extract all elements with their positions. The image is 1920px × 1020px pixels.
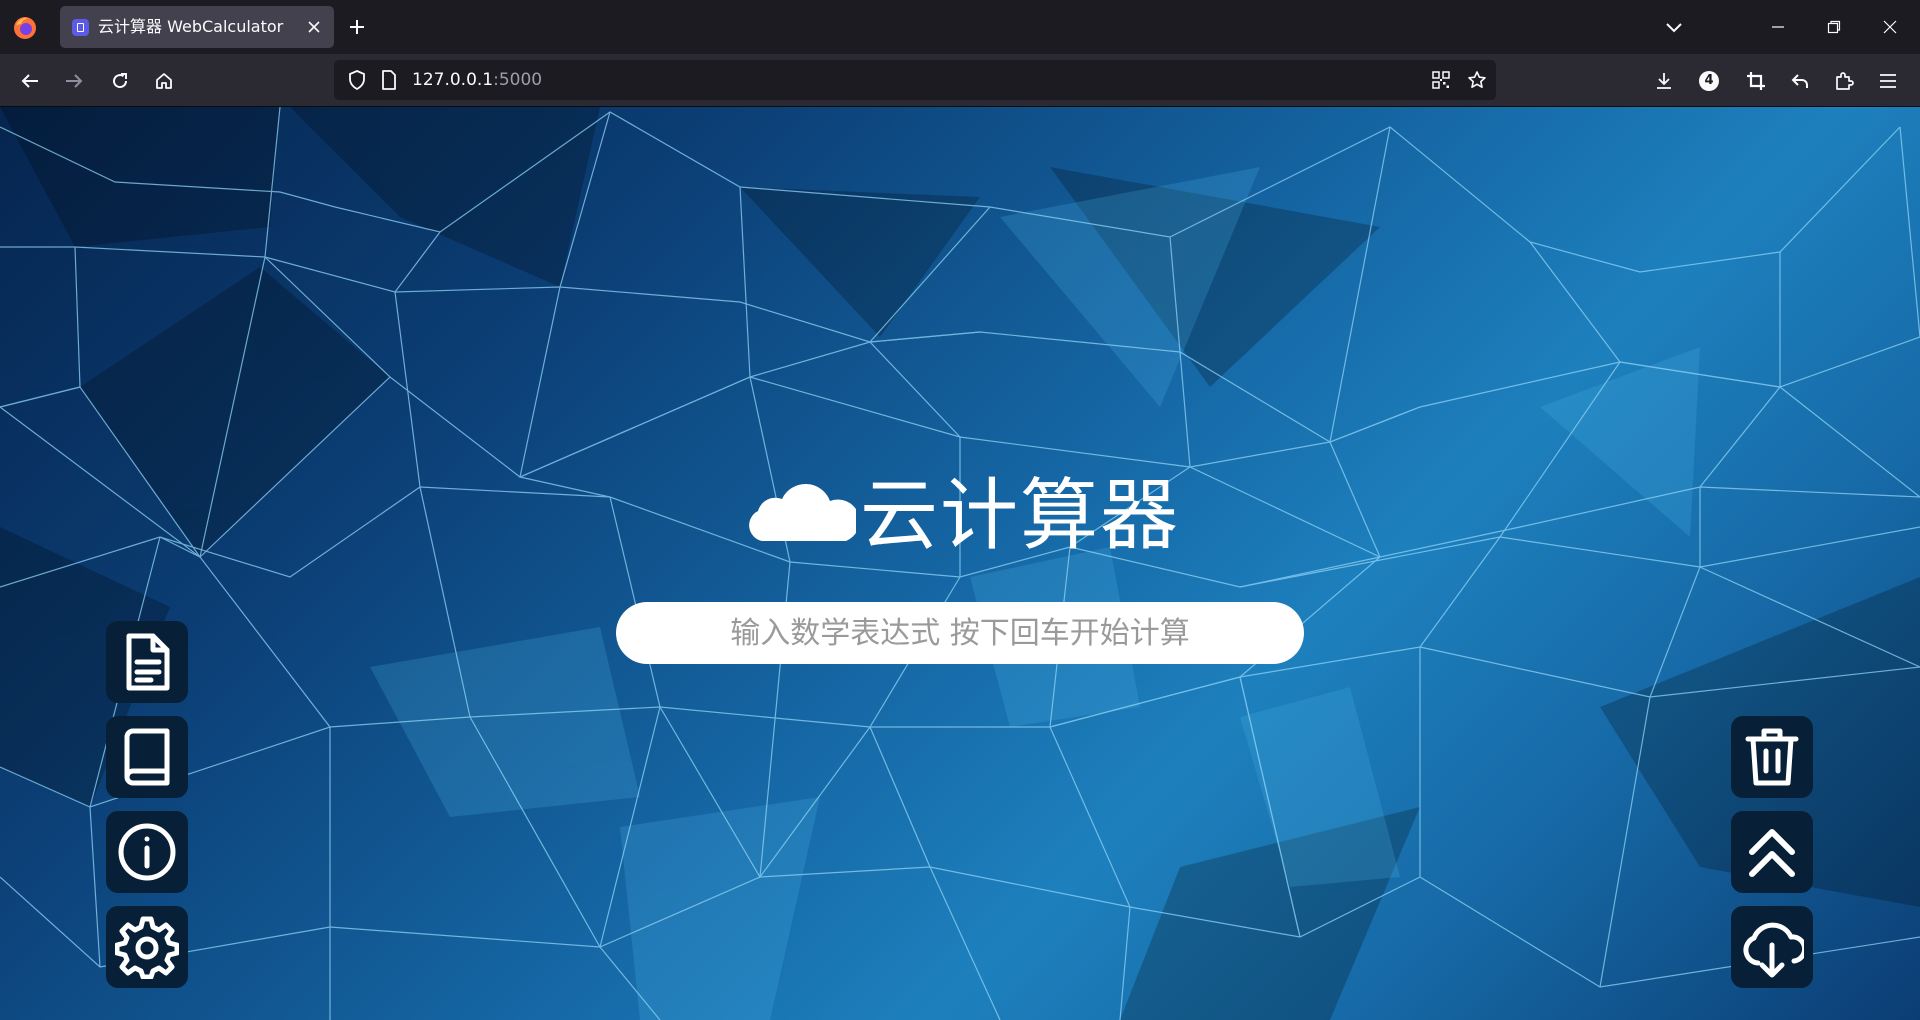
tab-webcalculator[interactable]: 云计算器 WebCalculator — [60, 6, 334, 48]
home-icon[interactable] — [150, 67, 178, 95]
document-button[interactable] — [106, 621, 188, 703]
firefox-logo-icon[interactable] — [12, 15, 38, 41]
page-viewport: 云计算器 — [0, 107, 1920, 1020]
book-button[interactable] — [106, 716, 188, 798]
url-port: :5000 — [493, 70, 543, 90]
extension-badge-count: 4 — [1704, 73, 1714, 88]
bookmark-star-icon[interactable] — [1464, 67, 1490, 93]
restore-icon[interactable] — [1821, 14, 1847, 40]
navigation-toolbar: 127.0.0.1:5000 4 — [0, 54, 1920, 107]
double-chevron-up-icon — [1749, 829, 1795, 877]
calculator-favicon-icon — [72, 19, 89, 36]
app-title: 云计算器 — [744, 459, 1180, 561]
gear-icon — [115, 916, 179, 979]
close-window-icon[interactable] — [1877, 14, 1903, 40]
tracking-shield-icon[interactable] — [344, 67, 370, 93]
url-host: 127.0.0.1 — [412, 70, 494, 90]
qr-code-icon[interactable] — [1428, 67, 1454, 93]
back-arrow-icon[interactable] — [16, 67, 44, 95]
url-text[interactable]: 127.0.0.1:5000 — [412, 60, 542, 100]
hamburger-menu-icon[interactable] — [1874, 67, 1902, 95]
close-tab-icon[interactable] — [303, 16, 325, 38]
page-title: 云计算器 — [860, 471, 1181, 561]
minimize-icon[interactable] — [1765, 14, 1791, 40]
extensions-puzzle-icon[interactable] — [1830, 67, 1858, 95]
trash-icon — [1745, 728, 1799, 786]
extension-badge-icon[interactable]: 4 — [1696, 68, 1722, 94]
tab-bar: 云计算器 WebCalculator — [0, 0, 1920, 54]
url-bar[interactable]: 127.0.0.1:5000 — [334, 60, 1496, 100]
settings-button[interactable] — [106, 906, 188, 988]
list-all-tabs-chevron-icon[interactable] — [1660, 14, 1688, 40]
book-icon — [124, 728, 170, 786]
info-button[interactable] — [106, 811, 188, 893]
document-icon — [126, 633, 170, 691]
cloud-icon — [749, 483, 856, 541]
downloads-icon[interactable] — [1650, 67, 1678, 95]
tab-title: 云计算器 WebCalculator — [98, 17, 284, 36]
forward-arrow-icon[interactable] — [60, 67, 88, 95]
scroll-top-button[interactable] — [1731, 811, 1813, 893]
page-info-icon[interactable] — [376, 67, 402, 93]
undo-arrow-icon[interactable] — [1786, 67, 1814, 95]
info-icon — [118, 823, 176, 881]
screenshot-crop-icon[interactable] — [1742, 67, 1770, 95]
reload-icon[interactable] — [106, 67, 134, 95]
cloud-download-icon — [1743, 922, 1804, 978]
expression-input[interactable] — [616, 602, 1304, 664]
new-tab-plus-icon[interactable] — [344, 14, 370, 40]
clear-button[interactable] — [1731, 716, 1813, 798]
download-button[interactable] — [1731, 906, 1813, 988]
